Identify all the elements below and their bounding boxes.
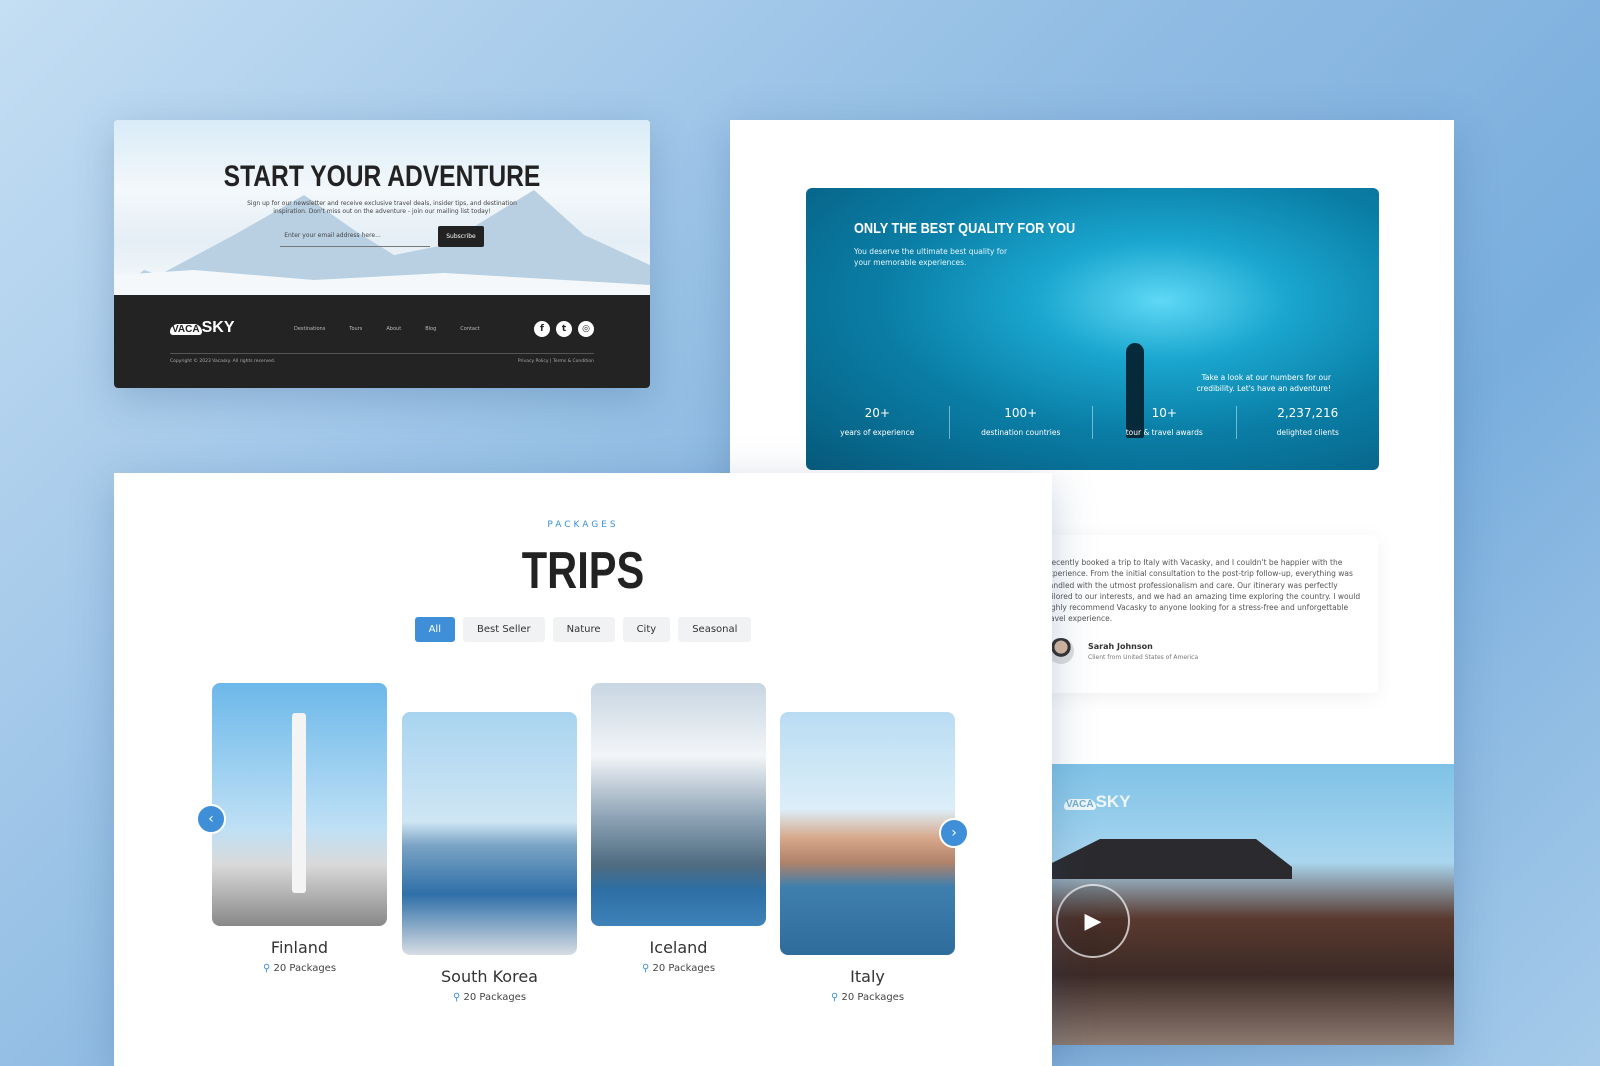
stat-countries: 100+ destination countries (950, 406, 1093, 439)
south-korea-image (402, 712, 577, 955)
location-pin-icon: ⚲ (262, 963, 271, 974)
legal-separator: | (549, 359, 552, 364)
facebook-icon[interactable]: f (534, 321, 550, 337)
filter-all[interactable]: All (414, 617, 455, 642)
finland-image (212, 683, 387, 926)
package-count: 20 Packages (841, 992, 905, 1003)
stat-label: destination countries (981, 428, 1061, 437)
newsletter-description: Sign up for our newsletter and receive e… (247, 200, 517, 215)
numbers-text: Take a look at our numbers for our credi… (1196, 373, 1331, 393)
testimonial-role: Client from United States of America (1088, 654, 1199, 661)
italy-image (780, 712, 955, 955)
subscribe-button[interactable]: Subscribe (438, 226, 484, 247)
trip-card-italy[interactable]: Italy ⚲ 20 Packages (780, 712, 955, 1003)
location-pin-icon: ⚲ (641, 963, 650, 974)
footer-logo[interactable]: VACA SKY (170, 319, 235, 337)
testimonial-card: I recently booked a trip to Italy with V… (1030, 535, 1378, 693)
stat-value: 20+ (864, 406, 890, 420)
trip-name: Iceland (649, 938, 708, 957)
stat-value: 2,237,216 (1277, 406, 1339, 420)
privacy-link[interactable]: Privacy Policy (518, 359, 549, 364)
trip-name: South Korea (441, 967, 538, 986)
video-section: VACA SKY ▶ (1052, 764, 1454, 1045)
stat-awards: 10+ tour & travel awards (1093, 406, 1237, 439)
quality-title: ONLY THE BEST QUALITY FOR YOU (854, 220, 1076, 237)
newsletter-hero: START YOUR ADVENTURE Sign up for our new… (114, 120, 650, 295)
location-pin-icon: ⚲ (830, 992, 839, 1003)
footer-link-destinations[interactable]: Destinations (294, 326, 325, 332)
trips-panel: PACKAGES TRIPS All Best Seller Nature Ci… (114, 473, 1052, 1066)
stat-label: years of experience (840, 428, 915, 437)
iceland-image (591, 683, 766, 926)
palace-roof (1052, 839, 1292, 879)
testimonial-text: I recently booked a trip to Italy with V… (1044, 558, 1361, 624)
trip-card-iceland[interactable]: Iceland ⚲ 20 Packages (591, 683, 766, 974)
package-count: 20 Packages (273, 963, 337, 974)
terms-link[interactable]: Terms & Condition (553, 359, 594, 364)
newsletter-panel: START YOUR ADVENTURE Sign up for our new… (114, 120, 650, 388)
stat-clients: 2,237,216 delighted clients (1237, 406, 1380, 439)
footer-link-blog[interactable]: Blog (425, 326, 436, 332)
package-count: 20 Packages (652, 963, 716, 974)
footer-link-tours[interactable]: Tours (349, 326, 362, 332)
logo-sky: SKY (1095, 792, 1131, 811)
trip-name: Italy (850, 967, 885, 986)
trip-card-finland[interactable]: Finland ⚲ 20 Packages (212, 683, 387, 974)
video-logo: VACA SKY (1064, 792, 1131, 812)
stat-value: 100+ (1004, 406, 1038, 420)
email-input[interactable]: Enter your email address here... (280, 226, 431, 247)
instagram-icon[interactable]: ◎ (578, 321, 594, 337)
logo-vaca: VACA (1064, 799, 1096, 810)
filter-seasonal[interactable]: Seasonal (678, 617, 752, 642)
stat-label: tour & travel awards (1125, 428, 1203, 437)
filter-best-seller[interactable]: Best Seller (463, 617, 545, 642)
section-title: TRIPS (521, 542, 645, 600)
section-eyebrow: PACKAGES (547, 520, 619, 530)
footer-divider (170, 353, 594, 354)
stat-label: delighted clients (1276, 428, 1339, 437)
twitter-icon[interactable]: t (556, 321, 572, 337)
logo-sky: SKY (201, 319, 235, 336)
newsletter-title: START YOUR ADVENTURE (223, 160, 541, 193)
chevron-right-icon[interactable]: › (939, 818, 969, 848)
quality-banner: ONLY THE BEST QUALITY FOR YOU You deserv… (806, 188, 1379, 470)
filter-nature[interactable]: Nature (552, 617, 615, 642)
footer-nav: Destinations Tours About Blog Contact (294, 326, 480, 332)
location-pin-icon: ⚲ (452, 992, 461, 1003)
copyright: Copyright © 2023 Vacasky. All rights res… (170, 359, 276, 364)
footer-link-about[interactable]: About (386, 326, 401, 332)
logo-vaca: VACA (170, 324, 202, 335)
package-count: 20 Packages (463, 992, 527, 1003)
stat-experience: 20+ years of experience (806, 406, 950, 439)
footer: VACA SKY Destinations Tours About Blog Co… (114, 295, 650, 388)
filter-tabs: All Best Seller Nature City Seasonal (114, 617, 1052, 642)
chevron-left-icon[interactable]: ‹ (196, 804, 226, 834)
play-icon[interactable]: ▶ (1056, 884, 1130, 958)
testimonial-name: Sarah Johnson (1088, 642, 1153, 651)
trip-name: Finland (270, 938, 329, 957)
trip-card-south-korea[interactable]: South Korea ⚲ 20 Packages (402, 712, 577, 1003)
stat-value: 10+ (1151, 406, 1177, 420)
filter-city[interactable]: City (622, 617, 671, 642)
footer-link-contact[interactable]: Contact (460, 326, 479, 332)
quality-description: You deserve the ultimate best quality fo… (854, 247, 1008, 267)
